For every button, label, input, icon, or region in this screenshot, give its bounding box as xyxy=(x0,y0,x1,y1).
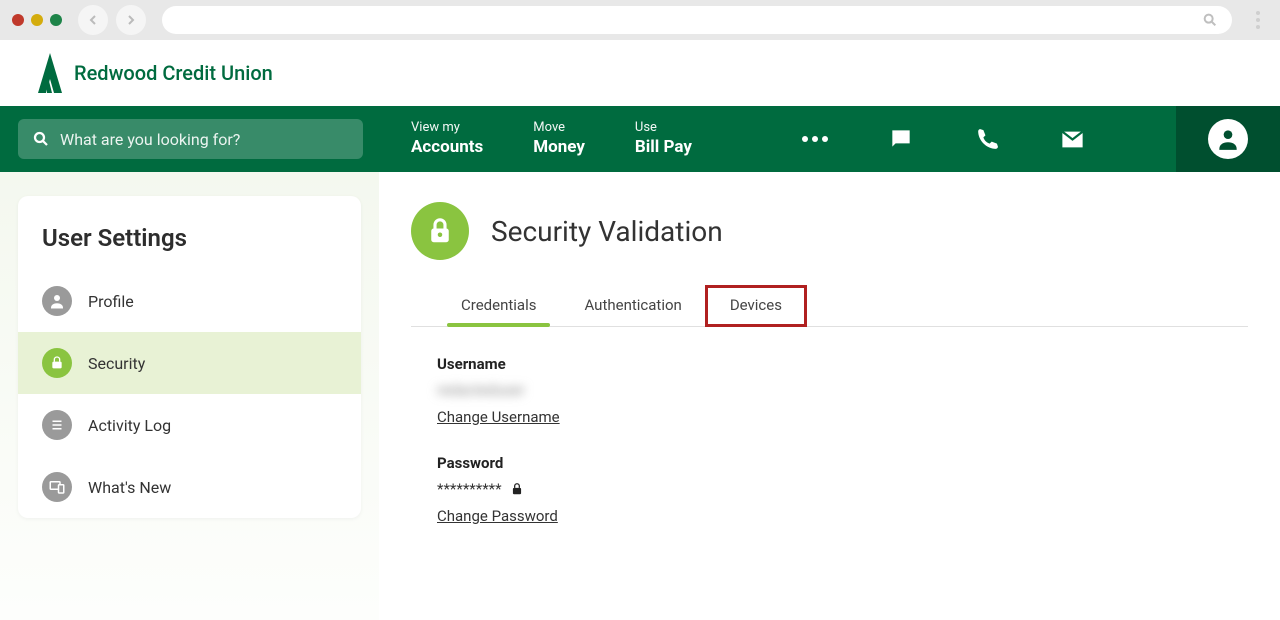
password-value-row: ********** xyxy=(437,480,1248,498)
body-area: User Settings Profile Security Activity … xyxy=(0,172,1280,620)
nav-link-label: Accounts xyxy=(411,137,483,158)
mail-icon[interactable] xyxy=(1059,126,1086,153)
logo-bar: Redwood Credit Union xyxy=(0,40,1280,106)
main-content: Security Validation Credentials Authenti… xyxy=(379,172,1280,620)
change-password-link[interactable]: Change Password xyxy=(437,507,558,525)
password-label: Password xyxy=(437,454,1248,472)
browser-menu-button[interactable] xyxy=(1248,11,1268,29)
browser-chrome xyxy=(0,0,1280,40)
page-title: Security Validation xyxy=(491,215,723,248)
lock-icon xyxy=(42,348,72,378)
avatar-icon xyxy=(1208,119,1248,159)
search-icon xyxy=(32,130,50,148)
sidebar-item-whats-new[interactable]: What's New xyxy=(18,456,361,518)
lock-icon xyxy=(411,202,469,260)
username-label: Username xyxy=(437,355,1248,373)
sidebar-item-label: Activity Log xyxy=(88,416,171,435)
sidebar-item-label: What's New xyxy=(88,478,171,497)
sidebar-item-activity-log[interactable]: Activity Log xyxy=(18,394,361,456)
nav-icons xyxy=(802,106,1280,172)
window-zoom-button[interactable] xyxy=(50,14,62,26)
nav-link-overline: Use xyxy=(635,120,692,136)
sidebar-card: User Settings Profile Security Activity … xyxy=(18,196,361,518)
tab-devices[interactable]: Devices xyxy=(706,286,806,326)
sidebar-item-label: Security xyxy=(88,354,145,373)
brand-logo[interactable]: Redwood Credit Union xyxy=(36,51,273,95)
chat-icon[interactable] xyxy=(888,126,914,152)
password-section: Password ********** Change Password xyxy=(411,454,1248,525)
nav-link-label: Money xyxy=(533,137,585,158)
tree-logo-icon xyxy=(36,51,64,95)
nav-link-move-money[interactable]: Move Money xyxy=(533,120,585,158)
primary-nav: View my Accounts Move Money Use Bill Pay xyxy=(0,106,1280,172)
brand-name: Redwood Credit Union xyxy=(74,61,273,85)
nav-link-label: Bill Pay xyxy=(635,137,692,158)
search-icon xyxy=(1202,12,1218,28)
sidebar-column: User Settings Profile Security Activity … xyxy=(0,172,379,620)
sidebar-item-label: Profile xyxy=(88,292,134,311)
more-menu-button[interactable] xyxy=(802,136,828,142)
person-icon xyxy=(42,286,72,316)
search-input[interactable] xyxy=(60,130,349,149)
password-value: ********** xyxy=(437,480,502,498)
devices-icon xyxy=(42,472,72,502)
browser-back-button[interactable] xyxy=(78,5,108,35)
change-username-link[interactable]: Change Username xyxy=(437,408,560,426)
username-section: Username redacteduser Change Username xyxy=(411,355,1248,426)
window-close-button[interactable] xyxy=(12,14,24,26)
tab-credentials[interactable]: Credentials xyxy=(437,286,560,326)
site-search[interactable] xyxy=(18,119,363,159)
browser-address-bar[interactable] xyxy=(162,6,1232,34)
tabs: Credentials Authentication Devices xyxy=(411,286,1248,327)
nav-links: View my Accounts Move Money Use Bill Pay xyxy=(411,120,692,158)
nav-link-bill-pay[interactable]: Use Bill Pay xyxy=(635,120,692,158)
nav-link-overline: View my xyxy=(411,120,483,136)
username-value: redacteduser xyxy=(437,381,1248,399)
sidebar-title: User Settings xyxy=(18,196,361,270)
phone-icon[interactable] xyxy=(974,127,999,152)
browser-forward-button[interactable] xyxy=(116,5,146,35)
window-minimize-button[interactable] xyxy=(31,14,43,26)
tab-authentication[interactable]: Authentication xyxy=(560,286,705,326)
window-traffic-lights xyxy=(12,14,62,26)
sidebar-item-security[interactable]: Security xyxy=(18,332,361,394)
account-menu[interactable] xyxy=(1176,106,1280,172)
lock-icon xyxy=(510,482,524,496)
list-icon xyxy=(42,410,72,440)
sidebar-item-profile[interactable]: Profile xyxy=(18,270,361,332)
nav-link-overline: Move xyxy=(533,120,585,136)
nav-link-accounts[interactable]: View my Accounts xyxy=(411,120,483,158)
page-header: Security Validation xyxy=(411,202,1248,260)
